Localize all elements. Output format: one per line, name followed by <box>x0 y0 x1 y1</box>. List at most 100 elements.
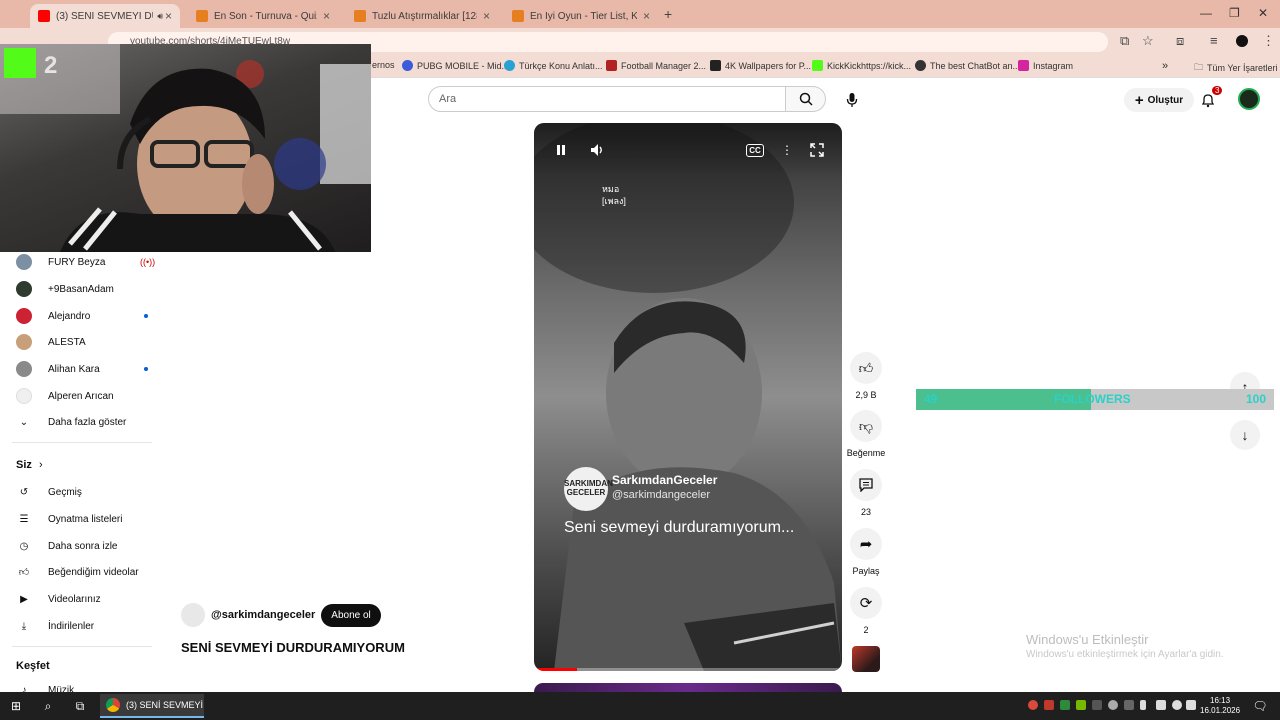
clock-time: 16:13 <box>1210 696 1231 705</box>
speaker-icon[interactable]: 🔊︎ <box>157 11 163 22</box>
sidebar-item-alesta[interactable]: ALESTA <box>16 332 146 352</box>
search-input[interactable]: Ara <box>428 86 786 112</box>
bookmark-item[interactable]: Instagram <box>1018 60 1073 71</box>
tab-quizei-1[interactable]: En Son - Turnuva - Quizei × <box>188 4 338 28</box>
bookmark-item[interactable]: KickKickhttps://kick... <box>812 60 911 71</box>
channel-handle-link[interactable]: @sarkimdangeceler <box>211 609 315 621</box>
video-frame-image <box>534 123 842 671</box>
captions-button[interactable]: CC <box>744 141 766 159</box>
sidebar-item-your-videos[interactable]: ▶ Videolarınız <box>16 589 146 609</box>
all-bookmarks[interactable]: 🗀︎ Tüm Yer İşaretleri <box>1194 60 1278 76</box>
search-icon[interactable]: ⌕ <box>40 698 56 714</box>
tray-app-icon[interactable] <box>1092 700 1102 710</box>
sidebar-item-liked-videos[interactable]: 👍︎ Beğendiğim videolar <box>16 562 146 582</box>
restore-icon[interactable]: ❐ <box>1229 6 1240 20</box>
remix-button[interactable]: ⟳ 2 <box>848 587 884 635</box>
comments-button[interactable]: 23 <box>848 469 884 517</box>
sidebar-item-playlists[interactable]: ☰ Oynatma listeleri <box>16 509 146 529</box>
notifications-icon[interactable]: 🗨︎ <box>1252 698 1268 714</box>
activation-watermark-text: Windows'u etkinleştirmek için Ayarlar'a … <box>1026 649 1224 660</box>
chrome-icon <box>106 698 120 712</box>
fullscreen-button[interactable] <box>808 141 826 159</box>
you-heading[interactable]: Siz › <box>16 459 43 471</box>
tray-app-icon[interactable] <box>1108 700 1118 710</box>
volume-button[interactable] <box>588 141 606 159</box>
bookmark-star-icon[interactable]: ☆ <box>1142 33 1154 49</box>
channel-avatar[interactable] <box>181 603 205 627</box>
windows-start-icon[interactable]: ⊞ <box>8 698 24 714</box>
media-icon[interactable]: ≡ <box>1210 33 1218 48</box>
microphone-icon[interactable] <box>1140 700 1146 710</box>
like-button[interactable]: 👍︎ 2,9 B <box>848 352 884 400</box>
taskbar-chrome-app[interactable]: (3) SENİ SEVMEYİ D... <box>100 694 204 718</box>
bookmark-item[interactable]: Türkçe Konu Anlatı... <box>504 60 603 71</box>
close-window-icon[interactable]: ✕ <box>1258 6 1268 20</box>
sound-thumbnail[interactable] <box>852 646 880 672</box>
volume-icon[interactable] <box>1186 700 1196 710</box>
account-avatar[interactable] <box>1238 88 1260 110</box>
extensions-icon[interactable]: ⧈ <box>1176 33 1184 49</box>
share-button[interactable]: ➦ Paylaş <box>848 528 884 576</box>
close-tab-icon[interactable]: × <box>643 9 650 23</box>
followers-goal: 100 <box>1245 392 1266 406</box>
sidebar-item-label: İndirilenler <box>48 620 95 632</box>
minimize-icon[interactable]: — <box>1200 6 1212 20</box>
sidebar-item-9basanadam[interactable]: +9BasanAdam <box>16 279 146 299</box>
install-app-icon[interactable]: ⧉ <box>1120 33 1129 49</box>
channel-avatar <box>16 334 32 350</box>
close-tab-icon[interactable]: × <box>323 9 330 23</box>
sidebar-item-label: +9BasanAdam <box>48 283 114 295</box>
create-button[interactable]: + Oluştur <box>1124 88 1194 112</box>
sidebar-item-alejandro[interactable]: Alejandro <box>16 306 148 326</box>
new-tab-icon[interactable]: + <box>664 6 672 22</box>
sidebar-item-downloads[interactable]: ⤓ İndirilenler <box>16 616 146 636</box>
battery-icon[interactable] <box>1156 700 1166 710</box>
tray-app-icon[interactable] <box>1028 700 1038 710</box>
voice-search-button[interactable] <box>840 88 864 112</box>
sidebar-item-alperen-arican[interactable]: Alperen Arıcan <box>16 386 146 406</box>
quizei-favicon-icon <box>354 10 366 22</box>
bookmark-item[interactable]: Football Manager 2... <box>606 60 706 71</box>
search-button[interactable] <box>786 86 826 112</box>
tab-quizei-3[interactable]: En İyi Oyun - Tier List, Kör Sırala × <box>504 4 658 28</box>
video-progress-bar[interactable] <box>534 668 842 671</box>
bookmark-item[interactable]: PUBG MOBILE - Mid... <box>402 60 509 71</box>
network-icon[interactable] <box>1172 700 1182 710</box>
plus-icon: + <box>1134 91 1144 109</box>
close-tab-icon[interactable]: × <box>165 9 172 23</box>
notifications-button[interactable]: 3 <box>1200 86 1223 110</box>
subscribe-button[interactable]: Abone ol <box>321 603 381 627</box>
tab-quizei-2[interactable]: Tuzlu Atıştırmalıklar [128] - Tier × <box>346 4 498 28</box>
tray-app-icon[interactable] <box>1060 700 1070 710</box>
show-more-button[interactable]: ⌄ Daha fazla göster <box>16 412 146 432</box>
taskbar: ⊞ ⌕ ⧉ (3) SENİ SEVMEYİ D... 16:13 16.01.… <box>0 692 1280 720</box>
more-options-button[interactable]: ⋮ <box>778 141 796 159</box>
sidebar-item-fury-beyza[interactable]: FURY Beyza ((•)) <box>16 252 155 272</box>
tab-active[interactable]: (3) SENİ SEVMEYİ DURDURAMIYORUM 🔊︎ × <box>30 4 180 28</box>
history-icon: ↺ <box>19 486 29 498</box>
dislike-button[interactable]: 👎︎ Beğenme <box>844 410 888 458</box>
shorts-player[interactable]: CC ⋮ หมอ [เพลง] SARKIMDAN GECELER Sarkım… <box>534 123 842 671</box>
taskbar-clock[interactable]: 16:13 16.01.2026 <box>1200 696 1240 716</box>
show-more-label: Daha fazla göster <box>48 416 127 428</box>
next-short-button[interactable]: ↓ <box>1230 420 1260 450</box>
profile-avatar[interactable] <box>1236 35 1248 47</box>
thumb-down-icon: 👎︎ <box>858 417 874 434</box>
tray-app-icon[interactable] <box>1124 700 1134 710</box>
menu-dots-icon[interactable]: ⋮ <box>1262 33 1275 49</box>
close-tab-icon[interactable]: × <box>483 9 490 23</box>
sidebar-item-watch-later[interactable]: ◷ Daha sonra izle <box>16 536 146 556</box>
bookmark-item[interactable]: 4K Wallpapers for P... <box>710 60 811 71</box>
next-short-preview[interactable] <box>534 683 842 692</box>
task-view-icon[interactable]: ⧉ <box>72 698 88 714</box>
instagram-icon <box>1018 60 1029 71</box>
bookmark-item[interactable]: ernos <box>372 60 395 70</box>
tray-app-icon[interactable] <box>1044 700 1054 710</box>
channel-avatar <box>16 254 32 270</box>
sidebar-item-alihan-kara[interactable]: Alihan Kara <box>16 359 148 379</box>
nvidia-icon[interactable] <box>1076 700 1086 710</box>
more-bookmarks-icon[interactable]: » <box>1162 60 1168 72</box>
bookmark-item[interactable]: The best ChatBot an... <box>915 60 1020 71</box>
sidebar-item-history[interactable]: ↺ Geçmiş <box>16 482 146 502</box>
pause-button[interactable] <box>552 141 570 159</box>
